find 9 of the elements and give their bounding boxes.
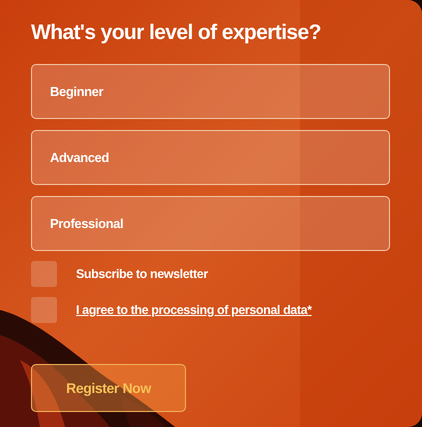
option-button[interactable]: Beginner: [31, 64, 390, 119]
option-button[interactable]: Professional: [31, 196, 390, 251]
checkbox[interactable]: [31, 297, 57, 323]
form-title: What's your level of expertise?: [31, 20, 322, 46]
checkbox-label: Subscribe to newsletter: [76, 267, 208, 281]
option-button[interactable]: Advanced: [31, 130, 390, 185]
register-button[interactable]: Register Now: [31, 364, 186, 412]
consent-link[interactable]: I agree to the processing of personal data*: [76, 303, 312, 317]
checkbox[interactable]: [31, 261, 57, 287]
